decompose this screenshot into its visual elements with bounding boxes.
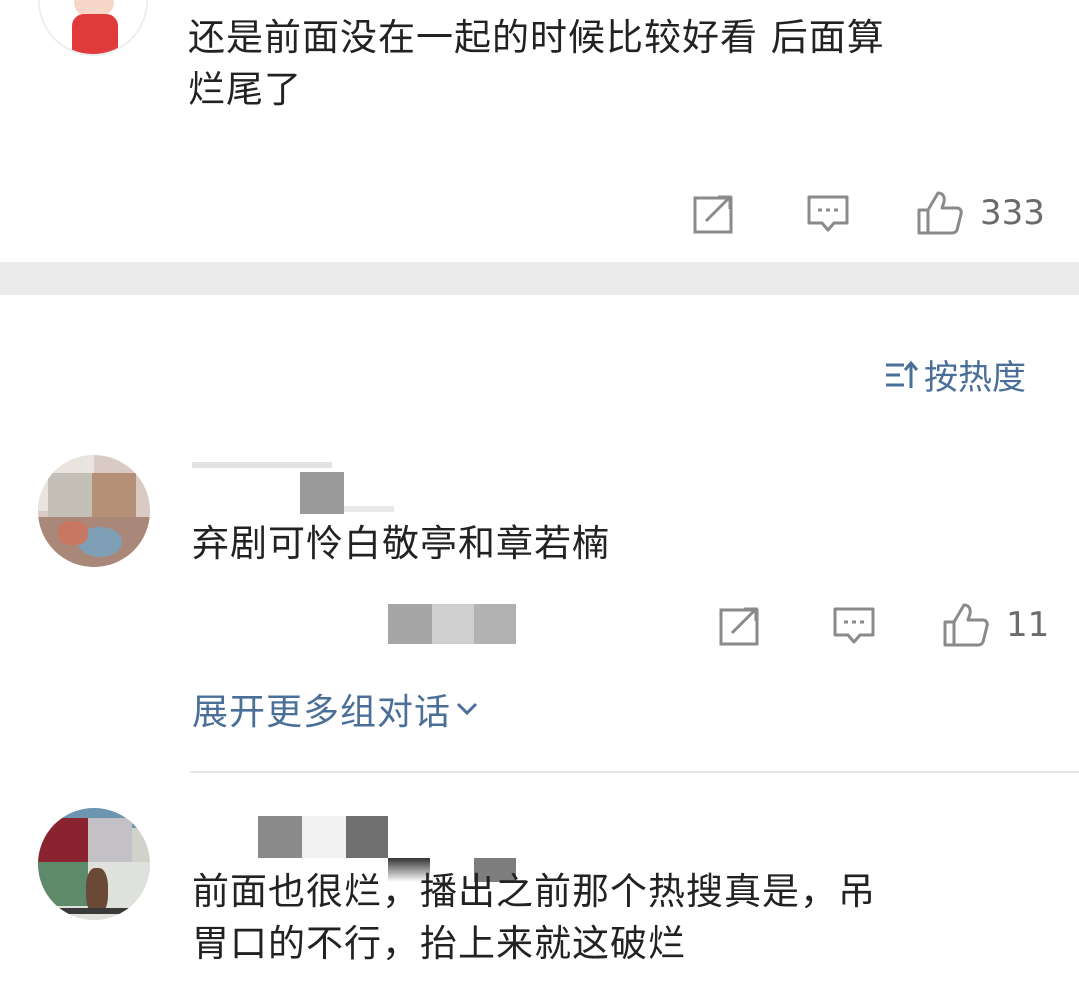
divider [190,771,1079,773]
comment-text-line: 胃口的不行，抬上来就这破烂 [192,922,686,965]
section-divider [0,262,1079,295]
comment-text-line: 前面也很烂，播出之前那个热搜真是，吊 [192,870,876,913]
reply-button[interactable] [806,193,850,239]
comment-text: 前面也很烂，播出之前那个热搜真是，吊 胃口的不行，抬上来就这破烂 [192,866,1052,970]
reply-button[interactable] [832,605,876,651]
username-redacted [346,816,388,858]
username-redacted [300,472,344,514]
comment-text: 弃剧可怜白敬亭和章若楠 [192,522,610,565]
username-redacted [258,816,302,858]
sort-by-hot-button[interactable]: 按热度 [884,350,1026,399]
chevron-down-icon [456,702,478,716]
share-icon [719,607,759,646]
like-icon [943,603,989,647]
avatar[interactable] [38,0,148,56]
avatar[interactable] [38,808,150,920]
like-count: 333 [980,193,1045,233]
sort-label: 按热度 [924,358,1026,398]
username-redacted [344,506,394,512]
share-button[interactable] [718,605,762,651]
comment-text-line: 还是前面没在一起的时候比较好看 后面算 [188,16,885,59]
like-count: 11 [1006,605,1050,645]
like-button[interactable]: 333 [916,190,1045,236]
share-button[interactable] [692,193,736,239]
sort-icon [886,360,918,388]
avatar[interactable] [38,455,150,567]
comment-text-line: 烂尾了 [188,68,302,111]
timestamp-redacted [432,604,474,644]
like-button[interactable]: 11 [942,602,1049,648]
comment-text: 还是前面没在一起的时候比较好看 后面算 烂尾了 [188,12,1048,116]
expand-more-conversations-link[interactable]: 展开更多组对话 [192,683,479,735]
expand-label: 展开更多组对话 [192,692,452,733]
share-icon [693,195,733,234]
reply-icon [807,195,849,232]
username-redacted [192,462,332,468]
reply-icon [833,607,875,644]
timestamp-redacted [388,604,432,644]
like-icon [917,191,963,235]
username-redacted [302,816,346,858]
timestamp-redacted [474,604,516,644]
